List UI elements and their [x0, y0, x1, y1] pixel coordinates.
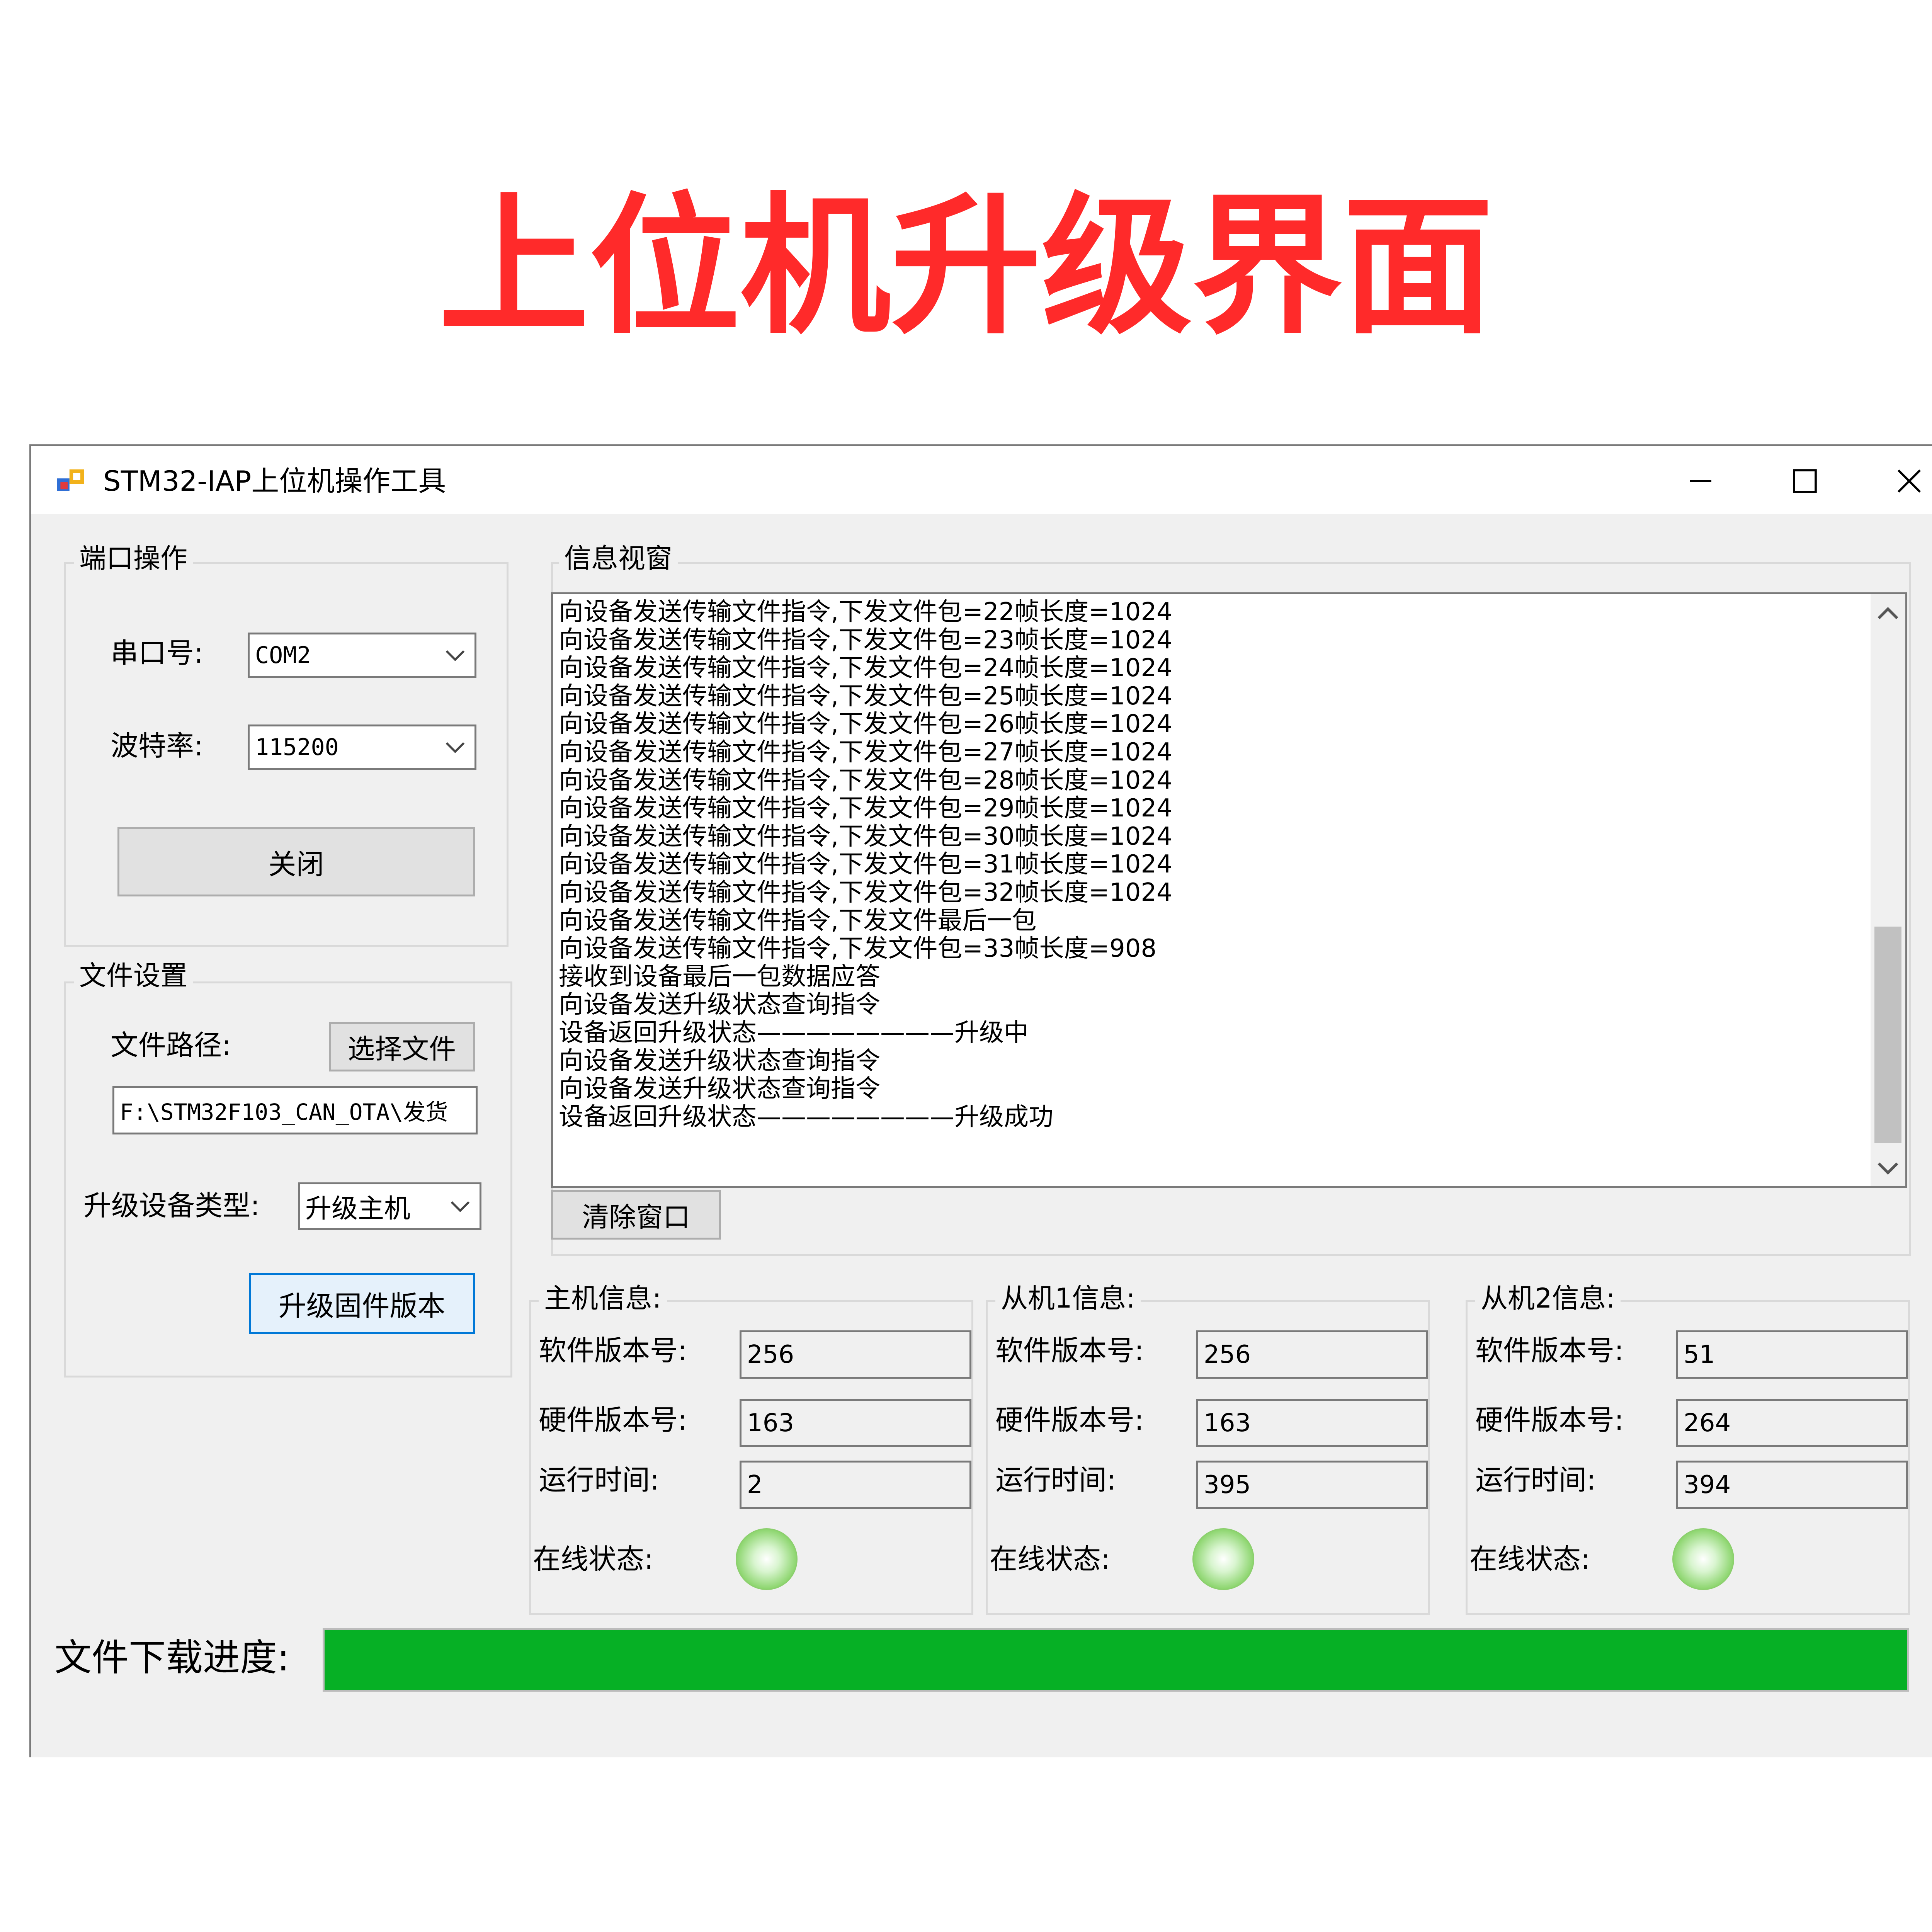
online-status-label: 在线状态: — [990, 1543, 1111, 1575]
log-line: 设备返回升级状态————————升级中 — [559, 1018, 1029, 1047]
baud-rate-label: 波特率: — [111, 730, 204, 762]
online-status-led-icon — [1192, 1528, 1254, 1590]
close-window-button[interactable] — [1871, 454, 1932, 508]
scroll-down-icon[interactable] — [1876, 1156, 1900, 1180]
hardware-version-field[interactable]: 163 — [1196, 1399, 1428, 1447]
log-line: 向设备发送传输文件指令,下发文件包=32帧长度=1024 — [559, 878, 1172, 907]
serial-port-select[interactable]: COM2 — [248, 633, 476, 678]
device-type-value: 升级主机 — [305, 1194, 411, 1224]
maximize-button[interactable] — [1766, 454, 1844, 508]
online-status-led-icon — [736, 1528, 798, 1590]
online-status-label: 在线状态: — [533, 1543, 654, 1575]
file-path-input[interactable]: F:\STM32F103_CAN_OTA\发货 — [112, 1086, 478, 1134]
log-line: 向设备发送传输文件指令,下发文件包=33帧长度=908 — [559, 934, 1157, 963]
app-window: STM32-IAP上位机操作工具 端口操作 串口号: COM2 波特率: 115… — [29, 444, 1932, 1757]
hardware-version-label: 硬件版本号: — [539, 1404, 687, 1436]
baud-rate-value: 115200 — [255, 734, 339, 761]
log-line: 向设备发送传输文件指令,下发文件包=24帧长度=1024 — [559, 654, 1172, 683]
log-textbox[interactable]: 向设备发送传输文件指令,下发文件包=22帧长度=1024 向设备发送传输文件指令,… — [551, 592, 1907, 1188]
device-type-label: 升级设备类型: — [83, 1189, 260, 1222]
title-bar[interactable]: STM32-IAP上位机操作工具 — [31, 446, 1932, 514]
maximize-icon — [1793, 469, 1817, 493]
hardware-version-field[interactable]: 264 — [1676, 1399, 1908, 1447]
port-group-legend: 端口操作 — [74, 541, 193, 576]
baud-rate-select[interactable]: 115200 — [248, 724, 476, 770]
software-version-field[interactable]: 256 — [1196, 1330, 1428, 1379]
log-line: 向设备发送升级状态查询指令 — [559, 990, 880, 1019]
clear-window-button[interactable]: 清除窗口 — [551, 1190, 721, 1240]
log-line: 向设备发送升级状态查询指令 — [559, 1046, 880, 1075]
online-status-led-icon — [1672, 1528, 1734, 1590]
log-line: 向设备发送传输文件指令,下发文件包=26帧长度=1024 — [559, 710, 1172, 739]
online-status-label: 在线状态: — [1469, 1543, 1590, 1575]
log-line: 接收到设备最后一包数据应答 — [559, 962, 880, 991]
log-line: 设备返回升级状态————————升级成功 — [559, 1102, 1053, 1131]
slave1-info-legend: 从机1信息: — [995, 1281, 1141, 1316]
app-icon — [57, 469, 84, 491]
log-line: 向设备发送传输文件指令,下发文件包=29帧长度=1024 — [559, 794, 1172, 823]
device-type-select[interactable]: 升级主机 — [298, 1182, 481, 1230]
choose-file-button[interactable]: 选择文件 — [329, 1022, 475, 1071]
chevron-down-icon — [446, 650, 465, 662]
close-icon — [1898, 469, 1921, 493]
master-info-legend: 主机信息: — [539, 1281, 667, 1316]
serial-port-label: 串口号: — [111, 637, 204, 669]
minimize-button[interactable] — [1662, 454, 1739, 508]
download-progress-bar — [323, 1628, 1909, 1692]
file-path-label: 文件路径: — [111, 1029, 231, 1061]
run-time-label: 运行时间: — [995, 1464, 1116, 1496]
page-headline: 上位机升级界面 — [439, 179, 1493, 354]
log-line: 向设备发送传输文件指令,下发文件包=22帧长度=1024 — [559, 598, 1172, 626]
software-version-label: 软件版本号: — [1475, 1334, 1624, 1367]
close-port-button[interactable]: 关闭 — [117, 827, 475, 896]
progress-fill — [325, 1630, 1907, 1690]
chevron-down-icon — [446, 742, 465, 753]
log-text: 向设备发送传输文件指令,下发文件包=22帧长度=1024 向设备发送传输文件指令,… — [559, 598, 1172, 1131]
window-title: STM32-IAP上位机操作工具 — [103, 465, 446, 497]
download-progress-label: 文件下载进度: — [54, 1636, 290, 1679]
log-line: 向设备发送传输文件指令,下发文件包=31帧长度=1024 — [559, 850, 1172, 879]
scroll-up-icon[interactable] — [1876, 602, 1900, 625]
hardware-version-label: 硬件版本号: — [995, 1404, 1144, 1436]
log-line: 向设备发送传输文件指令,下发文件包=23帧长度=1024 — [559, 626, 1172, 655]
log-line: 向设备发送传输文件指令,下发文件最后一包 — [559, 906, 1037, 935]
run-time-field[interactable]: 395 — [1196, 1461, 1428, 1509]
upgrade-firmware-button[interactable]: 升级固件版本 — [249, 1273, 475, 1334]
file-group-legend: 文件设置 — [74, 958, 193, 993]
slave2-info-legend: 从机2信息: — [1475, 1281, 1621, 1316]
minimize-icon — [1690, 480, 1711, 482]
serial-port-value: COM2 — [255, 642, 311, 669]
software-version-field[interactable]: 256 — [740, 1330, 971, 1379]
software-version-label: 软件版本号: — [995, 1334, 1144, 1367]
software-version-field[interactable]: 51 — [1676, 1330, 1908, 1379]
hardware-version-label: 硬件版本号: — [1475, 1404, 1624, 1436]
log-scrollbar[interactable] — [1871, 594, 1905, 1186]
software-version-label: 软件版本号: — [539, 1334, 687, 1367]
log-line: 向设备发送传输文件指令,下发文件包=25帧长度=1024 — [559, 682, 1172, 711]
run-time-field[interactable]: 394 — [1676, 1461, 1908, 1509]
log-line: 向设备发送传输文件指令,下发文件包=30帧长度=1024 — [559, 822, 1172, 851]
info-group-legend: 信息视窗 — [559, 541, 678, 576]
run-time-label: 运行时间: — [539, 1464, 660, 1496]
hardware-version-field[interactable]: 163 — [740, 1399, 971, 1447]
chevron-down-icon — [451, 1201, 470, 1212]
log-line: 向设备发送传输文件指令,下发文件包=27帧长度=1024 — [559, 738, 1172, 767]
file-path-value: F:\STM32F103_CAN_OTA\发货 — [120, 1099, 448, 1125]
log-line: 向设备发送升级状态查询指令 — [559, 1075, 880, 1104]
log-line: 向设备发送传输文件指令,下发文件包=28帧长度=1024 — [559, 766, 1172, 795]
run-time-field[interactable]: 2 — [740, 1461, 971, 1509]
scrollbar-thumb[interactable] — [1874, 927, 1901, 1143]
run-time-label: 运行时间: — [1475, 1464, 1596, 1496]
